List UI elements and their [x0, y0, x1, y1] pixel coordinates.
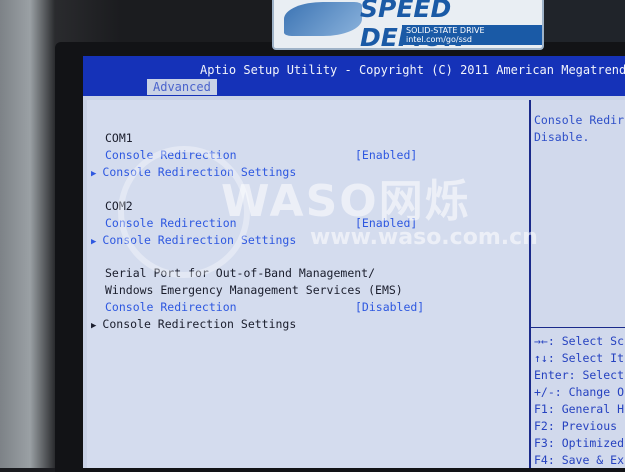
key-help-enter: Enter: Select [534, 368, 625, 382]
key-help-select-screen: →←: Select Sc [534, 334, 625, 348]
submenu-arrow-icon: ▶ [91, 321, 97, 331]
com2-redirection-settings[interactable]: ▶ Console Redirection Settings [91, 233, 296, 247]
ems-redirection-value[interactable]: [Disabled] [355, 300, 424, 314]
key-help-f1: F1: General H [534, 402, 625, 416]
ems-redirection-settings[interactable]: ▶ Console Redirection Settings [91, 317, 296, 331]
com2-heading: COM2 [105, 199, 133, 213]
key-help-change-option: +/-: Change O [534, 385, 625, 399]
com1-heading: COM1 [105, 131, 133, 145]
submenu-arrow-icon: ▶ [91, 169, 97, 179]
com1-redirection-settings[interactable]: ▶ Console Redirection Settings [91, 165, 296, 179]
com1-console-redirection[interactable]: Console Redirection [105, 148, 237, 162]
help-text-line: Console Redir [534, 113, 625, 127]
key-help-f3: F3: Optimized [534, 436, 625, 450]
help-divider [531, 327, 625, 328]
bios-main-panel: COM1 Console Redirection [Enabled] ▶ Cons… [87, 100, 531, 468]
ems-heading-line1: Serial Port for Out-of-Band Management/ [105, 266, 376, 280]
ems-heading-line2: Windows Emergency Management Services (E… [105, 283, 403, 297]
ems-settings-label: Console Redirection Settings [102, 317, 297, 331]
flame-logo-icon [284, 2, 362, 36]
sticker-subline: SOLID-STATE DRIVE intel.com/go/ssd [402, 25, 542, 45]
key-help-f2: F2: Previous [534, 419, 618, 433]
submenu-arrow-icon: ▶ [91, 237, 97, 247]
ems-console-redirection[interactable]: Console Redirection [105, 300, 237, 314]
key-help-select-item: ↑↓: Select It [534, 351, 625, 365]
bios-title: Aptio Setup Utility - Copyright (C) 2011… [200, 63, 625, 77]
bios-title-bar: Aptio Setup Utility - Copyright (C) 2011… [83, 56, 625, 96]
com2-redirection-value[interactable]: [Enabled] [355, 216, 417, 230]
com1-settings-label: Console Redirection Settings [102, 165, 297, 179]
bios-help-panel: Console Redir Disable. →←: Select Sc ↑↓:… [531, 100, 625, 468]
com2-console-redirection[interactable]: Console Redirection [105, 216, 237, 230]
com2-settings-label: Console Redirection Settings [102, 233, 297, 247]
com1-redirection-value[interactable]: [Enabled] [355, 148, 417, 162]
help-text-line: Disable. [534, 130, 590, 144]
key-help-f4: F4: Save & Ex [534, 453, 625, 467]
tab-advanced[interactable]: Advanced [147, 79, 217, 95]
ssd-sticker: SPEED DEMON SOLID-STATE DRIVE intel.com/… [272, 0, 544, 50]
bios-screen: Aptio Setup Utility - Copyright (C) 2011… [83, 56, 625, 468]
